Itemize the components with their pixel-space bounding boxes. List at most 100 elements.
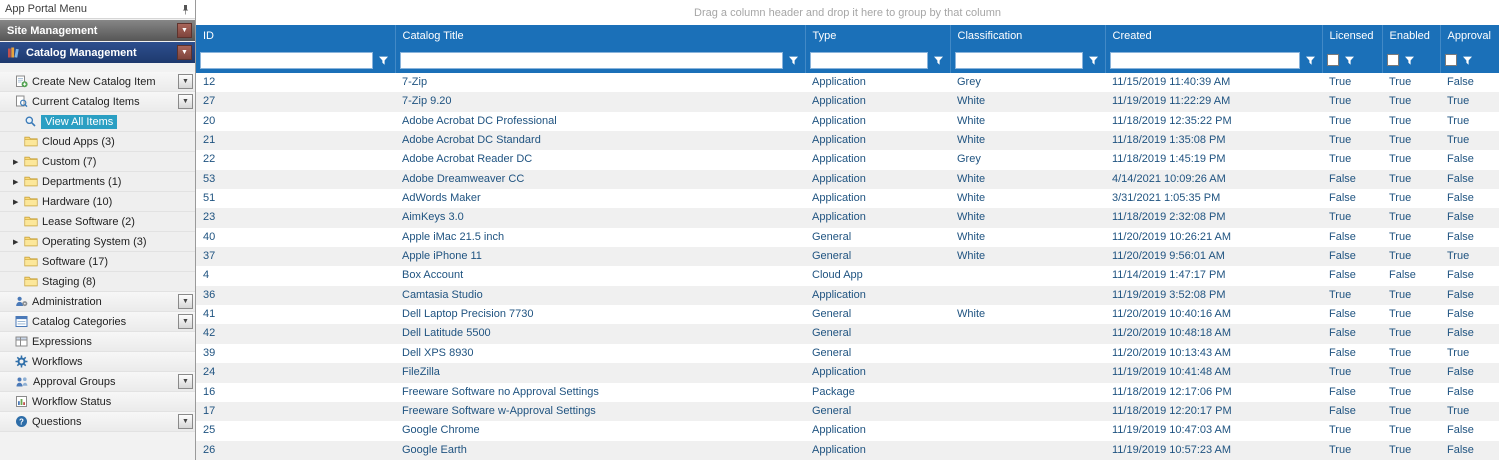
table-row[interactable]: 36Camtasia StudioApplication11/19/2019 3… — [196, 286, 1499, 305]
expand-arrow-icon[interactable]: ▶ — [13, 178, 24, 186]
cell-id: 20 — [196, 112, 395, 131]
chevron-down-icon[interactable]: ▼ — [178, 94, 193, 109]
cell-created: 11/20/2019 9:56:01 AM — [1105, 247, 1322, 266]
sidebar-item-hardware-10[interactable]: ▶Hardware (10) — [0, 192, 195, 212]
cell-catalog-title: Dell Latitude 5500 — [395, 324, 805, 343]
column-header-enabled[interactable]: Enabled — [1382, 25, 1440, 47]
sidebar-item-current-catalog-items[interactable]: Current Catalog Items▼ — [0, 92, 195, 112]
filter-input-catalog-title[interactable] — [400, 52, 783, 69]
cell-created: 11/15/2019 11:40:39 AM — [1105, 73, 1322, 92]
column-header-licensed[interactable]: Licensed — [1322, 25, 1382, 47]
column-header-created[interactable]: Created — [1105, 25, 1322, 47]
filter-input-classification[interactable] — [955, 52, 1083, 69]
sidebar-item-questions[interactable]: ?Questions▼ — [0, 412, 195, 432]
table-row[interactable]: 51AdWords MakerApplicationWhite3/31/2021… — [196, 189, 1499, 208]
filter-input-type[interactable] — [810, 52, 928, 69]
cell-id: 17 — [196, 402, 395, 421]
table-row[interactable]: 21Adobe Acrobat DC StandardApplicationWh… — [196, 131, 1499, 150]
filter-funnel-icon[interactable] — [1461, 53, 1475, 67]
table-body: 127-ZipApplicationGrey11/15/2019 11:40:3… — [196, 73, 1499, 460]
table-row[interactable]: 20Adobe Acrobat DC ProfessionalApplicati… — [196, 112, 1499, 131]
sidebar-item-create-new-catalog-item[interactable]: Create New Catalog Item ▼ — [0, 72, 195, 92]
sidebar-title: App Portal Menu — [5, 3, 87, 15]
chevron-down-icon[interactable]: ▼ — [178, 314, 193, 329]
table-row[interactable]: 24FileZillaApplication11/19/2019 10:41:4… — [196, 363, 1499, 382]
group-by-bar[interactable]: Drag a column header and drop it here to… — [196, 0, 1499, 25]
filter-funnel-icon[interactable] — [932, 53, 946, 67]
workflow-status-icon — [15, 395, 28, 408]
sidebar-item-catalog-categories[interactable]: Catalog Categories▼ — [0, 312, 195, 332]
cell-id: 53 — [196, 170, 395, 189]
expand-arrow-icon[interactable]: ▶ — [13, 198, 24, 206]
table-row[interactable]: 277-Zip 9.20ApplicationWhite11/19/2019 1… — [196, 92, 1499, 111]
filter-funnel-icon[interactable] — [1304, 53, 1318, 67]
sidebar-item-workflows[interactable]: Workflows — [0, 352, 195, 372]
cell-enabled: True — [1382, 189, 1440, 208]
sidebar-item-workflow-status[interactable]: Workflow Status — [0, 392, 195, 412]
filter-input-id[interactable] — [200, 52, 373, 69]
filter-funnel-icon[interactable] — [1343, 53, 1357, 67]
table-row[interactable]: 37Apple iPhone 11GeneralWhite11/20/2019 … — [196, 247, 1499, 266]
expand-arrow-icon[interactable]: ▶ — [13, 238, 24, 246]
sidebar-item-custom-7[interactable]: ▶Custom (7) — [0, 152, 195, 172]
table-row[interactable]: 26Google EarthApplication11/19/2019 10:5… — [196, 441, 1499, 460]
filter-checkbox-approval[interactable] — [1445, 54, 1457, 66]
table-row[interactable]: 25Google ChromeApplication11/19/2019 10:… — [196, 421, 1499, 440]
table-row[interactable]: 39Dell XPS 8930General11/20/2019 10:13:4… — [196, 344, 1499, 363]
sidebar-item-departments-1[interactable]: ▶Departments (1) — [0, 172, 195, 192]
pin-icon[interactable] — [181, 4, 190, 15]
table-row[interactable]: 4Box AccountCloud App11/14/2019 1:47:17 … — [196, 266, 1499, 285]
sidebar-item-operating-system-3[interactable]: ▶Operating System (3) — [0, 232, 195, 252]
column-header-approval[interactable]: Approval — [1440, 25, 1499, 47]
column-header-id[interactable]: ID — [196, 25, 395, 47]
sidebar-item-expressions[interactable]: Expressions — [0, 332, 195, 352]
cell-catalog-title: 7-Zip — [395, 73, 805, 92]
filter-funnel-icon[interactable] — [377, 53, 391, 67]
cell-classification: White — [950, 208, 1105, 227]
cell-classification: White — [950, 170, 1105, 189]
table-row[interactable]: 53Adobe Dreamweaver CCApplicationWhite4/… — [196, 170, 1499, 189]
sidebar-item-lease-software-2[interactable]: Lease Software (2) — [0, 212, 195, 232]
cell-enabled: True — [1382, 344, 1440, 363]
chevron-down-icon[interactable]: ▼ — [178, 74, 193, 89]
filter-cell-licensed — [1322, 47, 1382, 73]
folder-icon — [24, 196, 38, 207]
cell-id: 12 — [196, 73, 395, 92]
table-row[interactable]: 40Apple iMac 21.5 inchGeneralWhite11/20/… — [196, 228, 1499, 247]
column-header-catalog-title[interactable]: Catalog Title — [395, 25, 805, 47]
filter-funnel-icon[interactable] — [1403, 53, 1417, 67]
sidebar-item-view-all-items[interactable]: View All Items — [0, 112, 195, 132]
table-row[interactable]: 23AimKeys 3.0ApplicationWhite11/18/2019 … — [196, 208, 1499, 227]
table-row[interactable]: 17Freeware Software w-Approval SettingsG… — [196, 402, 1499, 421]
chevron-down-icon[interactable]: ▼ — [178, 294, 193, 309]
sidebar-item-administration[interactable]: Administration▼ — [0, 292, 195, 312]
sidebar-item-approval-groups[interactable]: Approval Groups▼ — [0, 372, 195, 392]
filter-cell-created — [1105, 47, 1322, 73]
filter-checkbox-licensed[interactable] — [1327, 54, 1339, 66]
table-row[interactable]: 41Dell Laptop Precision 7730GeneralWhite… — [196, 305, 1499, 324]
chevron-down-icon[interactable]: ▼ — [177, 45, 192, 60]
column-header-type[interactable]: Type — [805, 25, 950, 47]
chevron-down-icon[interactable]: ▼ — [178, 414, 193, 429]
cell-catalog-title: Freeware Software w-Approval Settings — [395, 402, 805, 421]
filter-funnel-icon[interactable] — [787, 53, 801, 67]
table-row[interactable]: 42Dell Latitude 5500General11/20/2019 10… — [196, 324, 1499, 343]
sidebar-item-cloud-apps-3[interactable]: Cloud Apps (3) — [0, 132, 195, 152]
table-row[interactable]: 127-ZipApplicationGrey11/15/2019 11:40:3… — [196, 73, 1499, 92]
filter-checkbox-enabled[interactable] — [1387, 54, 1399, 66]
sidebar-item-label: Create New Catalog Item — [32, 76, 156, 88]
cell-approval: True — [1440, 92, 1499, 111]
filter-input-created[interactable] — [1110, 52, 1300, 69]
chevron-down-icon[interactable]: ▼ — [178, 374, 193, 389]
cell-approval: True — [1440, 344, 1499, 363]
table-row[interactable]: 16Freeware Software no Approval Settings… — [196, 383, 1499, 402]
table-row[interactable]: 22Adobe Acrobat Reader DCApplicationGrey… — [196, 150, 1499, 169]
sidebar-item-staging-8[interactable]: Staging (8) — [0, 272, 195, 292]
column-header-classification[interactable]: Classification — [950, 25, 1105, 47]
filter-funnel-icon[interactable] — [1087, 53, 1101, 67]
section-site-management[interactable]: Site Management ▼ — [0, 20, 195, 41]
expand-arrow-icon[interactable]: ▶ — [13, 158, 24, 166]
chevron-down-icon[interactable]: ▼ — [177, 23, 192, 38]
sidebar-item-software-17[interactable]: Software (17) — [0, 252, 195, 272]
section-catalog-management[interactable]: Catalog Management ▼ — [0, 42, 195, 63]
